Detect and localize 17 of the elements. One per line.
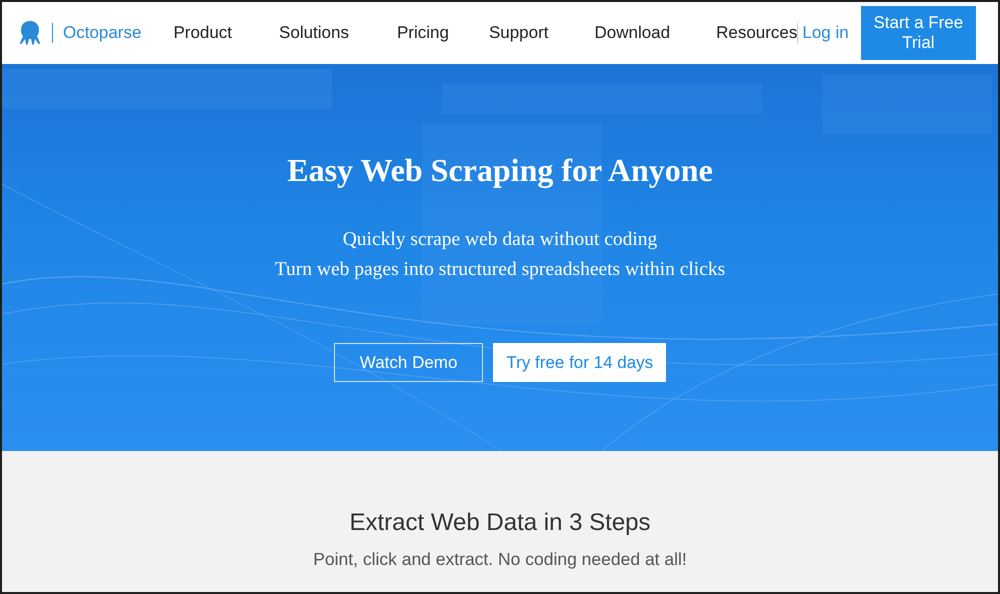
watch-demo-button[interactable]: Watch Demo (334, 343, 484, 382)
free-trial-button[interactable]: Try free for 14 days (493, 343, 666, 382)
hero-subtitle: Quickly scrape web data without coding (342, 229, 658, 251)
free-trial-button[interactable]: Start a Free Trial (860, 6, 976, 60)
hero-subtitle: Turn web pages into structured spreadsheets within clicks (274, 259, 726, 281)
login-link[interactable]: Log in (797, 23, 849, 43)
nav-link[interactable]: Support (488, 23, 548, 43)
nav-link[interactable]: Solutions (279, 23, 349, 43)
hero-title: Easy Web Scraping for Anyone (287, 152, 713, 189)
brand-name[interactable]: Octoparse (63, 23, 142, 43)
nav-link[interactable]: Pricing (396, 23, 449, 43)
section-title: Extract Web Data in 3 Steps (349, 509, 651, 537)
octopus-logo-icon[interactable] (18, 20, 42, 46)
nav-link[interactable]: Resources (716, 23, 798, 43)
nav-link[interactable]: Download (594, 23, 670, 43)
section-subtitle: Point, click and extract. No coding needed at all! (313, 549, 687, 570)
nav-link[interactable]: Product (173, 23, 232, 43)
